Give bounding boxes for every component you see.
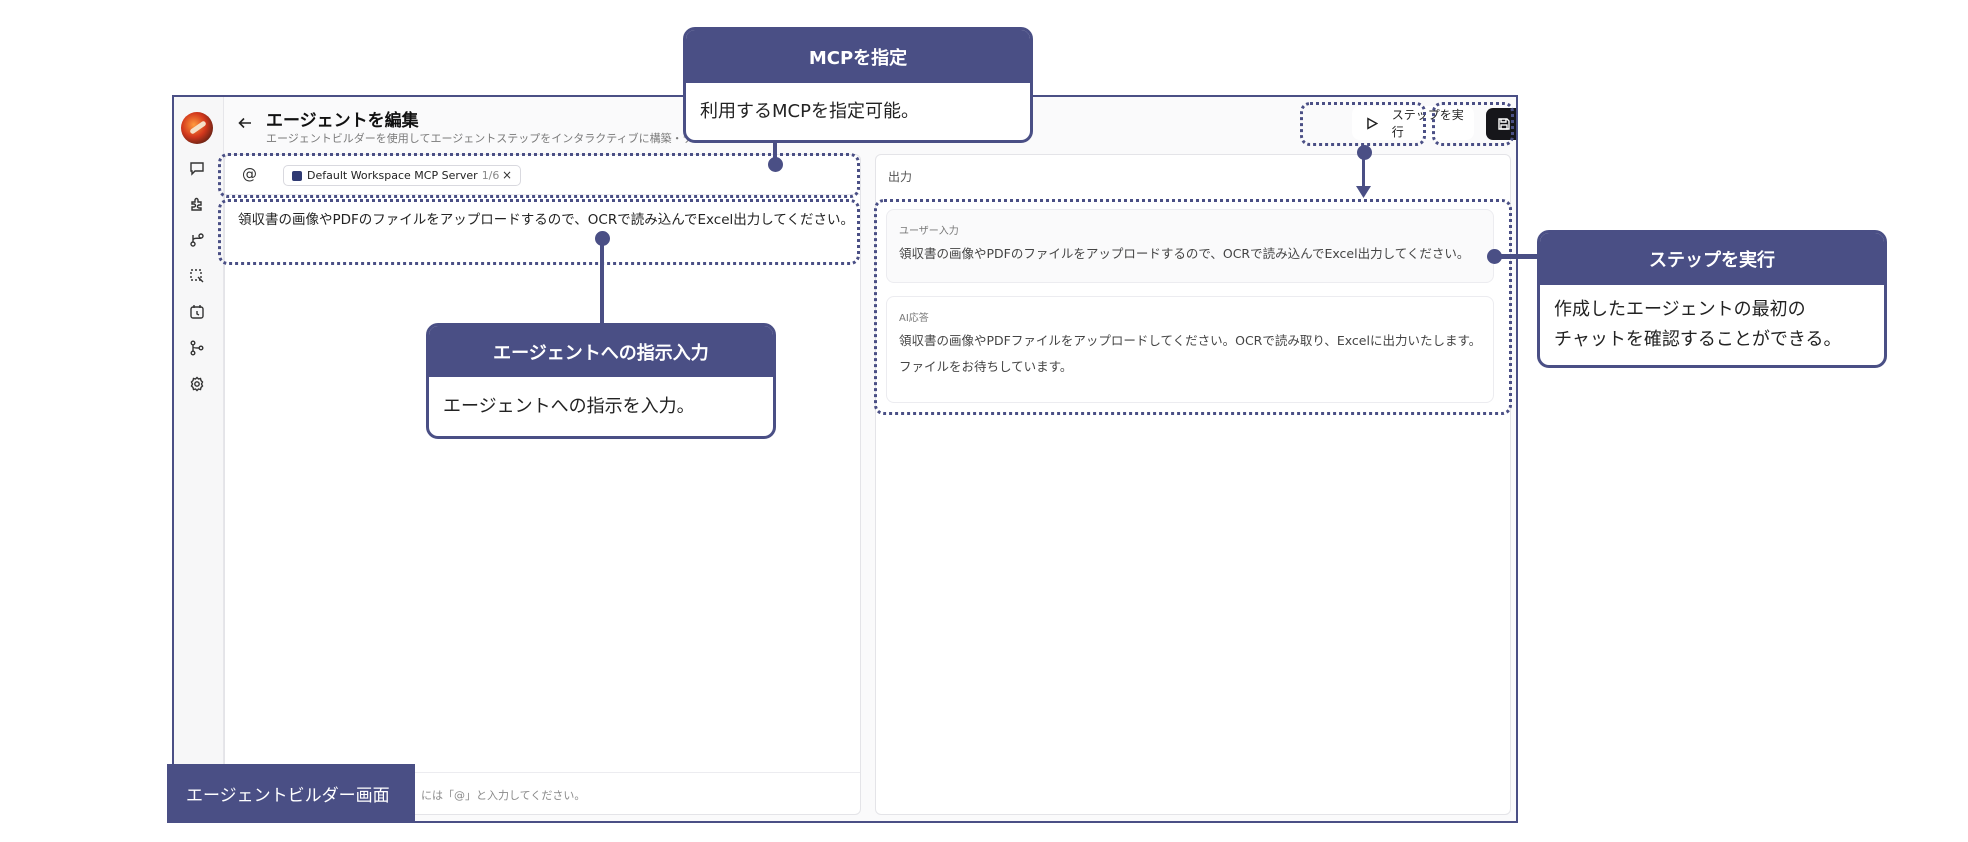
- output-panel: 出力 ユーザー入力 領収書の画像やPDFのファイルをアップロードするので、OCR…: [875, 154, 1511, 815]
- ai-response-card: AI応答 領収書の画像やPDFファイルをアップロードしてください。OCRで読み取…: [886, 296, 1494, 403]
- ai-response-text: 領収書の画像やPDFファイルをアップロードしてください。OCRで読み取り、Exc…: [899, 333, 1482, 374]
- instruction-callout-body: エージェントへの指示を入力。: [443, 395, 695, 417]
- user-input-text: 領収書の画像やPDFのファイルをアップロードするので、OCRで読み込んでExce…: [899, 246, 1470, 261]
- save-button[interactable]: 保存: [1486, 108, 1516, 140]
- play-icon: [1367, 116, 1378, 130]
- screen-caption: エージェントビルダー画面: [167, 764, 415, 823]
- run-callout-line-2: チャットを確認することができる。: [1554, 329, 1842, 350]
- close-icon[interactable]: ×: [502, 168, 512, 182]
- mcp-server-chip[interactable]: Default Workspace MCP Server 1/6 ×: [283, 165, 521, 186]
- instruction-callout: エージェントへの指示入力 エージェントへの指示を入力。: [426, 323, 776, 439]
- run-step-button[interactable]: ステップを実行: [1352, 106, 1474, 140]
- mcp-selector-row: @ Default Workspace MCP Server 1/6 ×: [225, 155, 860, 195]
- app-logo: [181, 112, 213, 144]
- mcp-connector-dot: [768, 157, 783, 172]
- page-title: エージェントを編集: [266, 111, 419, 131]
- chat-icon[interactable]: [188, 159, 206, 177]
- instruction-callout-title: エージェントへの指示入力: [429, 326, 773, 377]
- instruction-connector-line: [600, 238, 604, 328]
- user-input-label: ユーザー入力: [899, 226, 959, 237]
- agent-instruction-input[interactable]: 領収書の画像やPDFのファイルをアップロードするので、OCRで読み込んでExce…: [238, 208, 854, 228]
- floppy-icon: [1498, 118, 1510, 130]
- back-arrow-icon[interactable]: [237, 115, 253, 131]
- schedule-icon[interactable]: [188, 303, 206, 321]
- merge-icon[interactable]: [188, 339, 206, 357]
- user-input-card: ユーザー入力 領収書の画像やPDFのファイルをアップロードするので、OCRで読み…: [886, 209, 1494, 283]
- mcp-callout-body: 利用するMCPを指定可能。: [700, 100, 919, 122]
- selection-icon[interactable]: [188, 267, 206, 285]
- sidebar: [174, 97, 224, 821]
- page-subtitle: エージェントビルダーを使用してエージェントステップをインタラクティブに構築・テス…: [266, 132, 749, 145]
- mcp-server-count: 1/6: [481, 169, 500, 182]
- run-connector-arrow-icon: [1356, 186, 1371, 198]
- at-mention-icon[interactable]: @: [242, 165, 257, 183]
- run-callout-body: 作成したエージェントの最初の チャットを確認することができる。: [1540, 285, 1884, 365]
- instruction-connector-dot: [595, 231, 610, 246]
- mcp-server-icon: [292, 170, 302, 181]
- mcp-callout-title: MCPを指定: [686, 30, 1030, 83]
- run-callout: ステップを実行 作成したエージェントの最初の チャットを確認することができる。: [1537, 230, 1887, 368]
- mcp-server-name: Default Workspace MCP Server: [307, 169, 478, 182]
- mcp-callout: MCPを指定 利用するMCPを指定可能。: [683, 27, 1033, 143]
- settings-icon[interactable]: [188, 375, 206, 393]
- run-callout-line-1: 作成したエージェントの最初の: [1554, 299, 1806, 320]
- branch-icon[interactable]: [188, 231, 206, 249]
- agent-builder-window: エージェントを編集 エージェントビルダーを使用してエージェントステップをインタラ…: [172, 95, 1518, 823]
- output-title: 出力: [888, 170, 913, 184]
- run-connector-line: [1362, 152, 1365, 190]
- puzzle-icon[interactable]: [188, 195, 206, 213]
- instruction-panel: @ Default Workspace MCP Server 1/6 × 領収書…: [224, 154, 861, 815]
- input-hint: には「@」と入力してください。: [421, 789, 586, 802]
- run-step-label: ステップを実行: [1391, 108, 1464, 139]
- ai-response-label: AI応答: [899, 313, 929, 324]
- output-connector-line: [1494, 254, 1540, 259]
- run-callout-title: ステップを実行: [1540, 233, 1884, 285]
